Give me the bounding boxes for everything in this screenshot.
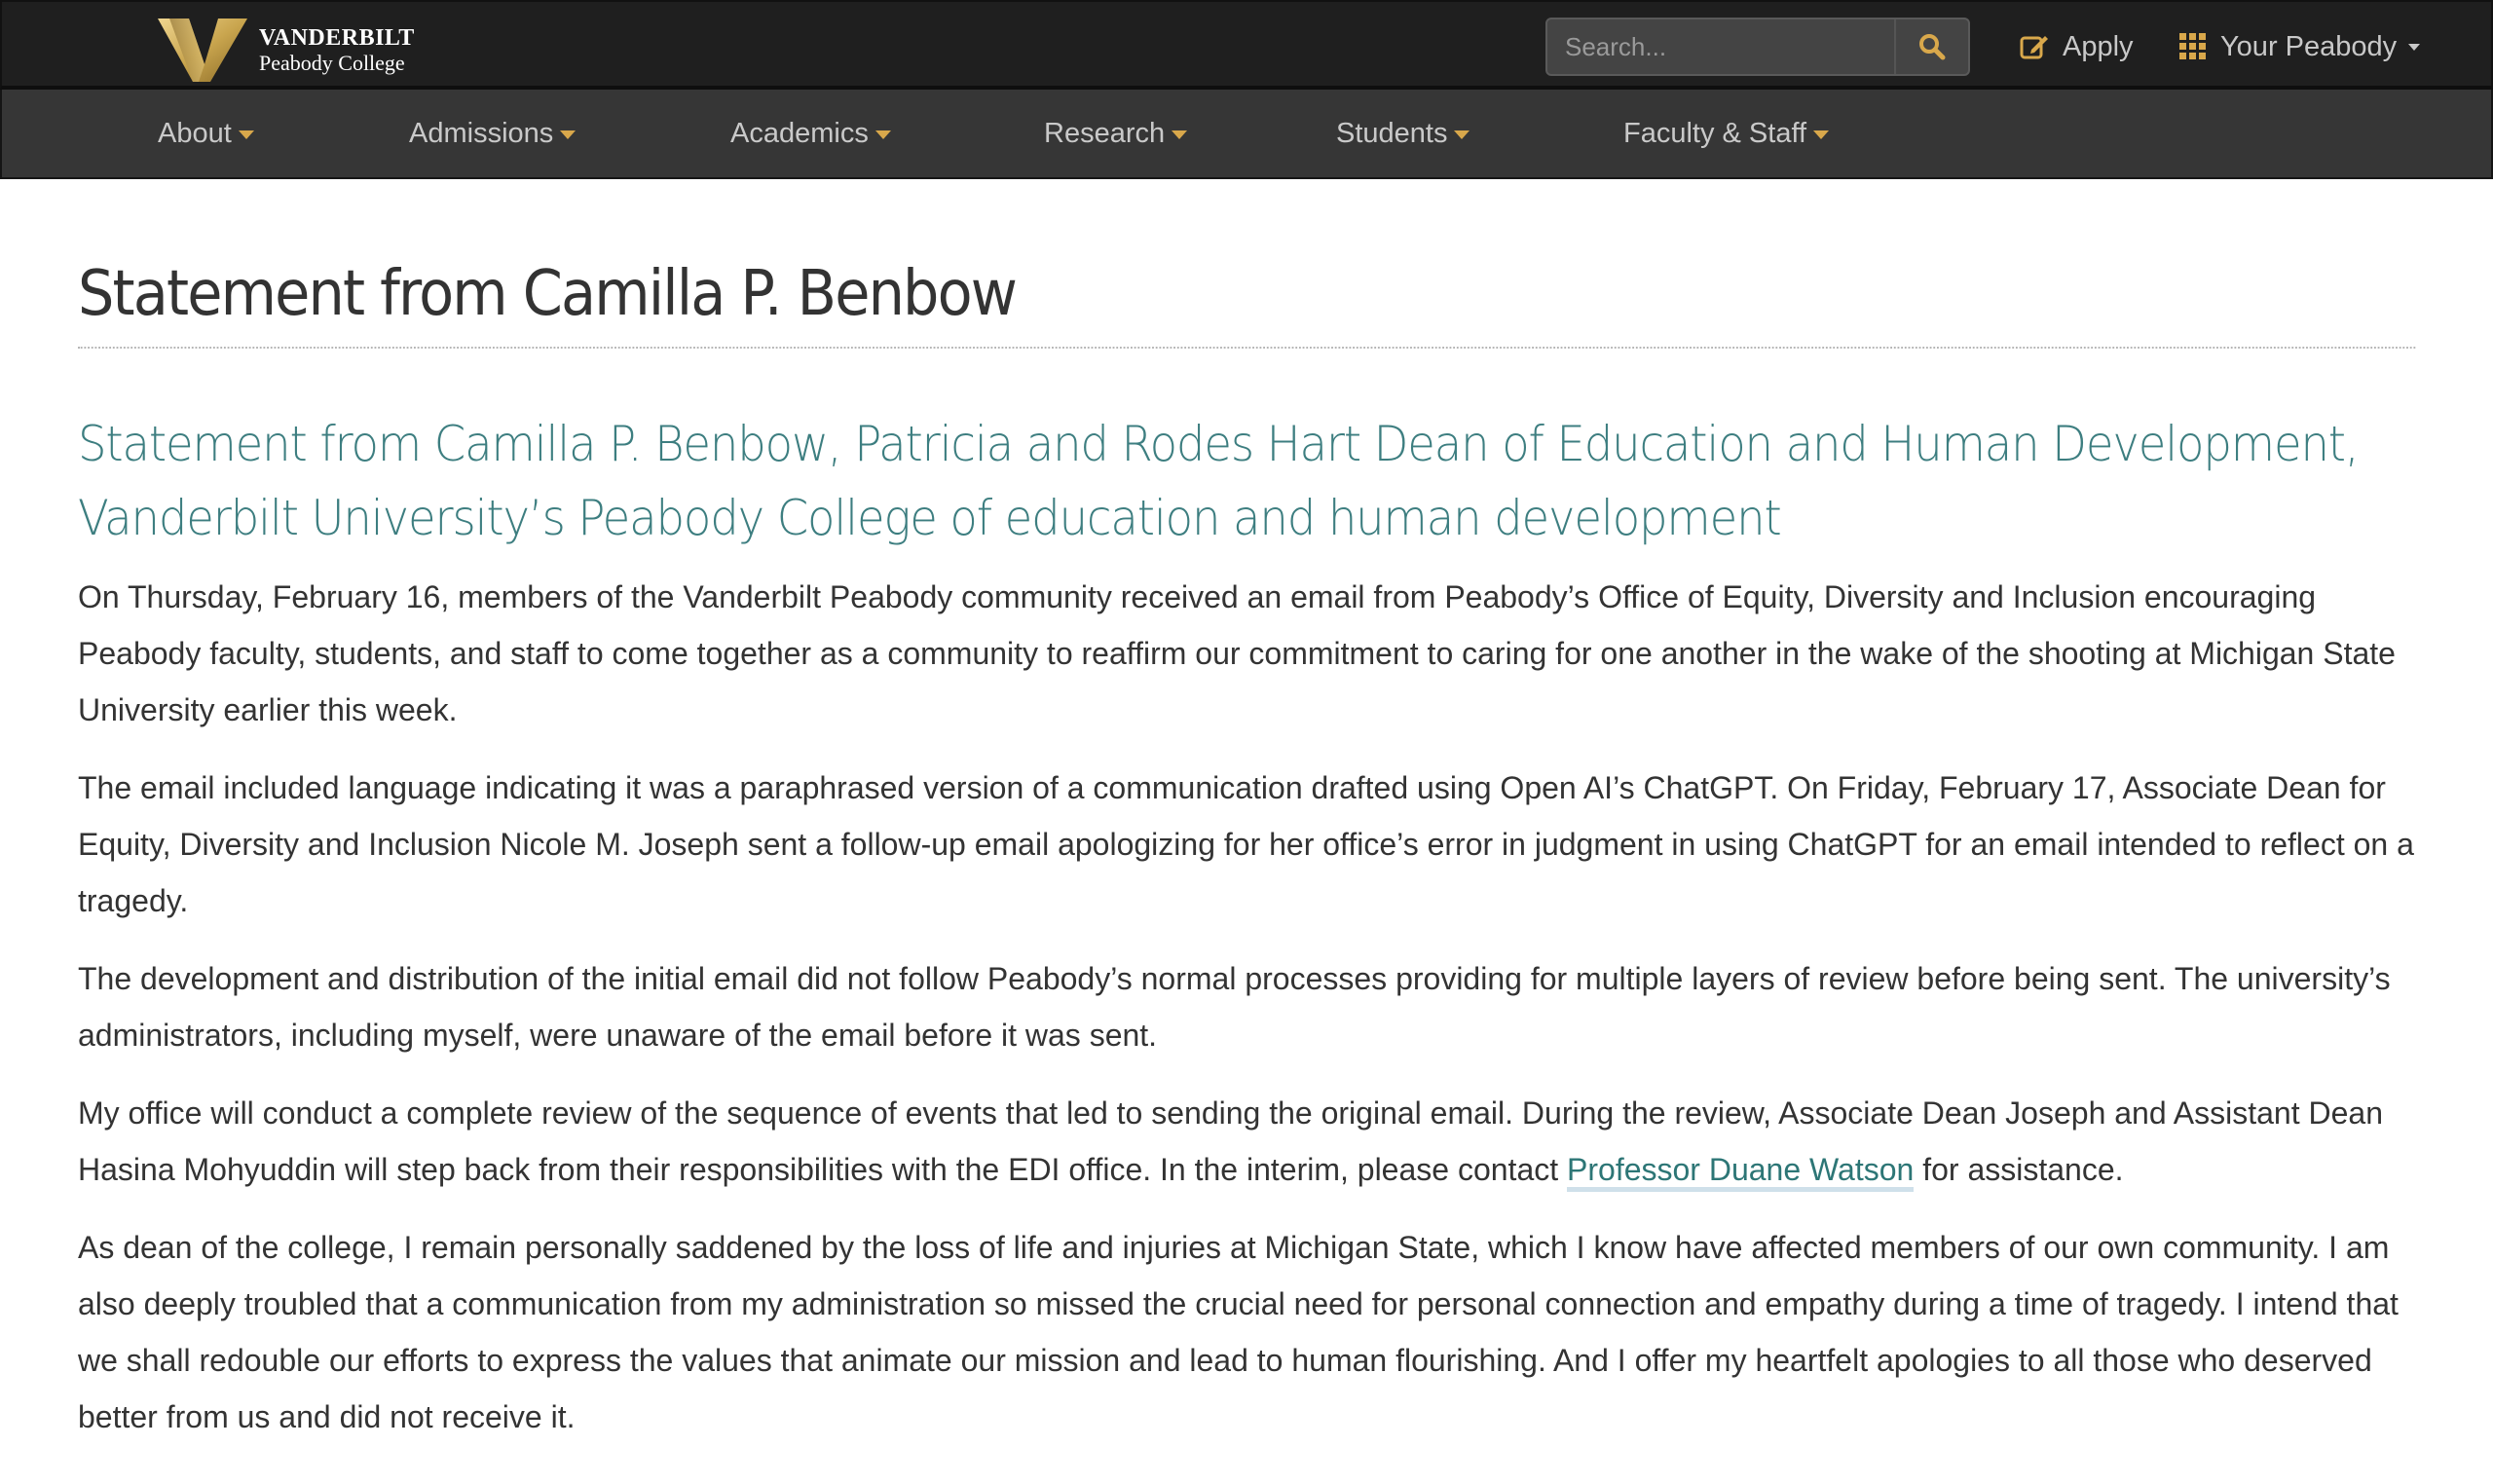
article-paragraph: The email included language indicating i…: [78, 770, 2414, 918]
nav-item-faculty-staff[interactable]: Faculty & Staff: [1623, 90, 1830, 177]
grid-icon: [2179, 33, 2206, 59]
caret-down-icon: [874, 130, 891, 139]
article-subtitle: Statement from Camilla P. Benbow, Patric…: [78, 416, 2360, 546]
apply-link[interactable]: Apply: [2020, 23, 2134, 70]
page-title: Statement from Camilla P. Benbow: [78, 263, 2416, 349]
nav-item-academics[interactable]: Academics: [730, 90, 891, 177]
edit-icon: [2020, 36, 2048, 59]
professor-duane-watson-link[interactable]: Professor Duane Watson: [1567, 1152, 1915, 1192]
article: Statement from Camilla P. Benbow Stateme…: [78, 263, 2416, 1445]
article-paragraph: The development and distribution of the …: [78, 961, 2391, 1053]
search-box: [1545, 18, 1970, 76]
article-paragraph: On Thursday, February 16, members of the…: [78, 579, 2396, 727]
search-icon: [1919, 34, 1946, 60]
top-header: VANDERBILT Peabody College Apply Your: [0, 0, 2493, 90]
nav-item-research[interactable]: Research: [1044, 90, 1188, 177]
vanderbilt-peabody-logo[interactable]: VANDERBILT Peabody College: [156, 16, 415, 84]
caret-down-icon: [1813, 130, 1830, 139]
paragraph-text: for assistance.: [1914, 1152, 2124, 1187]
nav-item-about[interactable]: About: [158, 90, 254, 177]
nav-item-label: About: [158, 117, 232, 149]
main-navigation: About Admissions Academics Research Stud…: [0, 90, 2493, 179]
article-paragraph: My office will conduct a complete review…: [78, 1085, 2415, 1198]
caret-down-icon: [238, 130, 254, 139]
article-paragraph: As dean of the college, I remain persona…: [78, 1230, 2399, 1434]
nav-item-admissions[interactable]: Admissions: [409, 90, 577, 177]
your-peabody-label: Your Peabody: [2220, 30, 2398, 62]
logo-line-2: Peabody College: [259, 50, 405, 75]
caret-down-icon: [560, 130, 577, 139]
nav-item-label: Admissions: [409, 117, 554, 149]
apply-label: Apply: [2063, 30, 2134, 62]
nav-item-students[interactable]: Students: [1336, 90, 1470, 177]
your-peabody-menu[interactable]: Your Peabody: [2179, 23, 2421, 70]
nav-item-label: Research: [1044, 117, 1166, 149]
caret-down-icon: [1454, 130, 1470, 139]
nav-item-label: Faculty & Staff: [1623, 117, 1807, 149]
caret-down-icon: [1172, 130, 1188, 139]
search-input[interactable]: [1547, 19, 1894, 74]
nav-item-label: Academics: [730, 117, 869, 149]
chevron-down-icon: [2408, 43, 2421, 51]
logo-line-1: VANDERBILT: [259, 24, 415, 51]
vanderbilt-v-icon: [158, 19, 247, 82]
nav-item-label: Students: [1336, 117, 1448, 149]
search-button[interactable]: [1894, 19, 1968, 74]
